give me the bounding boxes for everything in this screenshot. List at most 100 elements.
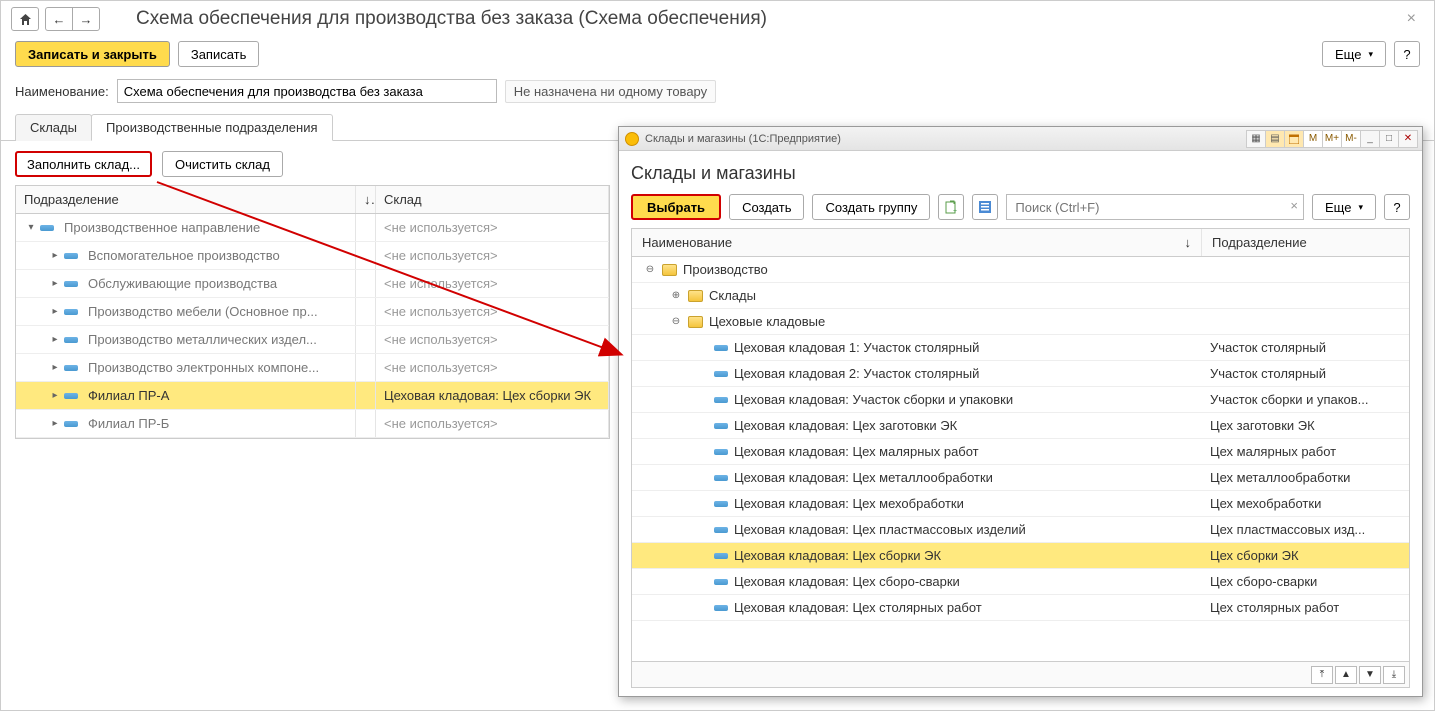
refresh-button[interactable]: + [938, 194, 964, 220]
popup-toolbar: Выбрать Создать Создать группу + × Еще ? [631, 194, 1410, 220]
tool-grid1-icon[interactable]: ▦ [1246, 130, 1266, 148]
create-group-button[interactable]: Создать группу [812, 194, 930, 220]
item-label: Цеховая кладовая: Цех столярных работ [734, 600, 982, 615]
item-dept: Цех столярных работ [1202, 595, 1409, 620]
item-label: Цеховая кладовая 1: Участок столярный [734, 340, 979, 355]
tree-toggle[interactable]: ▸ [50, 418, 60, 429]
dept-label: Филиал ПР-Б [88, 416, 169, 431]
table-row[interactable]: ▸Производство мебели (Основное пр...<не … [16, 298, 609, 326]
list-item[interactable]: ⊕Склады [632, 283, 1409, 309]
list-item[interactable]: ⊖ Производство [632, 257, 1409, 283]
help-button[interactable]: ? [1394, 41, 1420, 67]
create-button[interactable]: Создать [729, 194, 804, 220]
list-item[interactable]: Цеховая кладовая: Цех пластмассовых изде… [632, 517, 1409, 543]
save-and-close-button[interactable]: Записать и закрыть [15, 41, 170, 67]
minimize-button[interactable]: _ [1360, 130, 1380, 148]
popup-grid: Наименование ↓ Подразделение ⊖ Производст… [631, 228, 1410, 688]
tool-calendar-icon[interactable] [1284, 130, 1304, 148]
item-label: Цеховая кладовая: Цех малярных работ [734, 444, 979, 459]
popup-titlebar[interactable]: Склады и магазины (1С:Предприятие) ▦ ▤ M… [619, 127, 1422, 151]
maximize-button[interactable]: □ [1379, 130, 1399, 148]
list-item[interactable]: Цеховая кладовая: Цех сборки ЭКЦех сборк… [632, 543, 1409, 569]
item-dept: Цех сборки ЭК [1202, 543, 1409, 568]
close-button[interactable]: × [1399, 10, 1424, 28]
mem-mminus-button[interactable]: M- [1341, 130, 1361, 148]
list-item[interactable]: Цеховая кладовая 2: Участок столярный Уча… [632, 361, 1409, 387]
tree-toggle[interactable]: ▾ [26, 222, 36, 233]
warehouse-icon [714, 579, 728, 585]
popup-head-name[interactable]: Наименование ↓ [632, 229, 1202, 256]
back-button[interactable]: ← [45, 7, 73, 31]
item-label: Цеховая кладовая: Участок сборки и упако… [734, 392, 1013, 407]
item-label: Цеховая кладовая 2: Участок столярный [734, 366, 979, 381]
list-mode-button[interactable] [972, 194, 998, 220]
warehouse-icon [714, 371, 728, 377]
popup-close-button[interactable]: ✕ [1398, 130, 1418, 148]
mem-m-button[interactable]: M [1303, 130, 1323, 148]
sklad-cell: <не используется> [376, 354, 609, 381]
head-sort[interactable]: ↓ [356, 186, 376, 213]
tree-toggle[interactable]: ▸ [50, 250, 60, 261]
more-button[interactable]: Еще [1322, 41, 1386, 67]
list-item[interactable]: Цеховая кладовая: Цех мехобработкиЦех ме… [632, 491, 1409, 517]
search-input[interactable] [1006, 194, 1304, 220]
table-row[interactable]: ▸Вспомогательное производство<не использ… [16, 242, 609, 270]
list-item[interactable]: Цеховая кладовая 1: Участок столярный Уча… [632, 335, 1409, 361]
item-dept: Участок столярный [1202, 361, 1409, 386]
nav-last-button[interactable]: ⤓ [1383, 666, 1405, 684]
folder-icon [688, 290, 703, 302]
nav-up-button[interactable]: ▲ [1335, 666, 1357, 684]
forward-button[interactable]: → [72, 7, 100, 31]
head-dept[interactable]: Подразделение [16, 186, 356, 213]
dept-label: Филиал ПР-А [88, 388, 169, 403]
name-input[interactable] [117, 79, 497, 103]
warehouse-icon [714, 527, 728, 533]
tree-toggle[interactable]: ⊕ [670, 290, 682, 301]
home-button[interactable] [11, 7, 39, 31]
select-button[interactable]: Выбрать [631, 194, 721, 220]
table-row[interactable]: ▾Производственное направление<не использ… [16, 214, 609, 242]
tree-toggle[interactable]: ▸ [50, 334, 60, 345]
head-sklad[interactable]: Склад [376, 186, 609, 213]
list-item[interactable]: Цеховая кладовая: Участок сборки и упако… [632, 387, 1409, 413]
nav-first-button[interactable]: ⤒ [1311, 666, 1333, 684]
table-row[interactable]: ▸Филиал ПР-Б<не используется> [16, 410, 609, 438]
item-label: Цеховая кладовая: Цех заготовки ЭК [734, 418, 957, 433]
popup-more-button[interactable]: Еще [1312, 194, 1376, 220]
table-row[interactable]: ▸Филиал ПР-АЦеховая кладовая: Цех сборки… [16, 382, 609, 410]
save-button[interactable]: Записать [178, 41, 260, 67]
list-item[interactable]: Цеховая кладовая: Цех столярных работ Цех… [632, 595, 1409, 621]
list-item[interactable]: Цеховая кладовая: Цех заготовки ЭКЦех за… [632, 413, 1409, 439]
mem-mplus-button[interactable]: M+ [1322, 130, 1342, 148]
fill-warehouse-button[interactable]: Заполнить склад... [15, 151, 152, 177]
warehouse-icon [714, 475, 728, 481]
item-label: Производство [683, 262, 768, 277]
item-dept: Участок столярный [1202, 335, 1409, 360]
clear-warehouse-button[interactable]: Очистить склад [162, 151, 283, 177]
popup-head-dept[interactable]: Подразделение [1202, 229, 1409, 256]
table-row[interactable]: ▸Обслуживающие производства<не используе… [16, 270, 609, 298]
table-row[interactable]: ▸Производство электронных компоне...<не … [16, 354, 609, 382]
popup-help-button[interactable]: ? [1384, 194, 1410, 220]
search-clear-button[interactable]: × [1290, 198, 1298, 213]
tree-toggle[interactable]: ▸ [50, 362, 60, 373]
item-label: Цеховая кладовая: Цех пластмассовых изде… [734, 522, 1026, 537]
list-item[interactable]: Цеховая кладовая: Цех малярных работЦех … [632, 439, 1409, 465]
nav-down-button[interactable]: ▼ [1359, 666, 1381, 684]
tool-calc-icon[interactable]: ▤ [1265, 130, 1285, 148]
item-label: Цеховая кладовая: Цех мехобработки [734, 496, 964, 511]
tab-warehouses[interactable]: Склады [15, 114, 92, 141]
list-item[interactable]: Цеховая кладовая: Цех сборо-сваркиЦех сб… [632, 569, 1409, 595]
list-item[interactable]: ⊖Цеховые кладовые [632, 309, 1409, 335]
tree-toggle[interactable]: ▸ [50, 390, 60, 401]
warehouse-icon [714, 423, 728, 429]
tree-toggle[interactable]: ⊖ [670, 316, 682, 327]
item-dept [1202, 309, 1409, 334]
tree-toggle[interactable]: ▸ [50, 306, 60, 317]
item-dept: Цех металлообработки [1202, 465, 1409, 490]
tree-toggle[interactable]: ⊖ [644, 264, 656, 275]
tree-toggle[interactable]: ▸ [50, 278, 60, 289]
list-item[interactable]: Цеховая кладовая: Цех металлообработкиЦе… [632, 465, 1409, 491]
tab-prod-units[interactable]: Производственные подразделения [91, 114, 333, 141]
table-row[interactable]: ▸Производство металлических издел...<не … [16, 326, 609, 354]
